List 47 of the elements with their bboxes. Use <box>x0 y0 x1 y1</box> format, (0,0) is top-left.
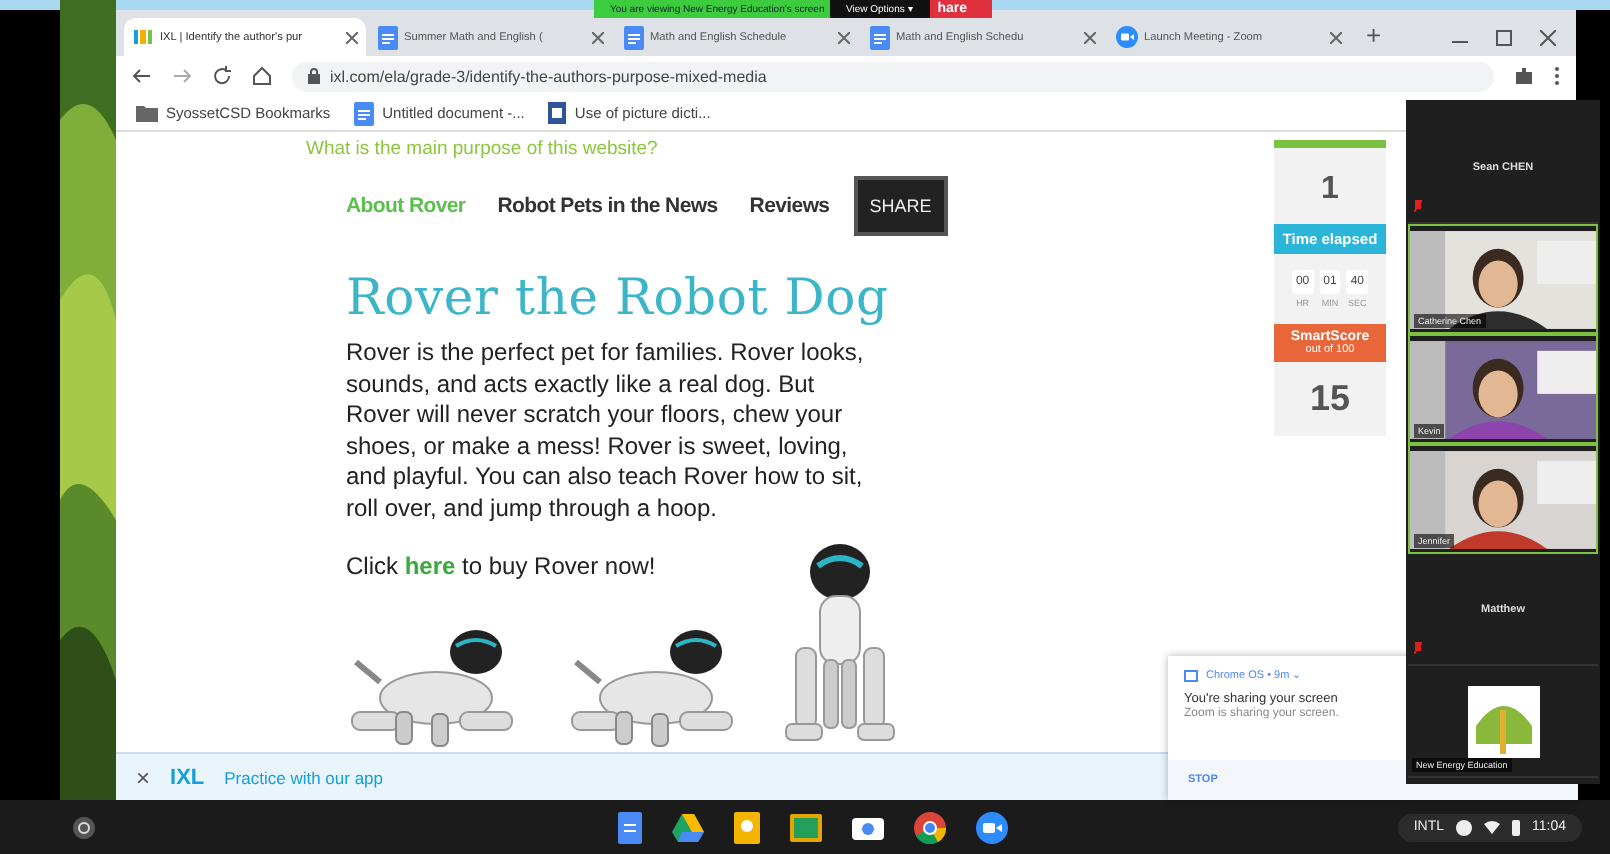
tree-logo-icon <box>1467 685 1539 757</box>
video-call-icon[interactable] <box>976 811 1008 843</box>
ixl-favicon-icon <box>132 26 154 48</box>
lock-icon <box>308 68 320 84</box>
document-icon <box>624 25 644 49</box>
body-paragraph: Rover is the perfect pet for families. Rover looks, sounds, and acts exactly like a real dog. But Rover will never scratch your floors, chew your shoes, or make a mess! Rover is sweet, loving, and playful. You can also teach Rover how to sit, roll over, and jump through a hoop. <box>346 338 866 524</box>
close-icon[interactable] <box>1330 31 1342 43</box>
ixl-logo: IXL <box>170 765 205 789</box>
folder-icon <box>136 104 158 122</box>
note-icon[interactable] <box>734 811 760 843</box>
close-icon[interactable] <box>592 31 604 43</box>
share-button[interactable]: SHARE <box>853 176 948 236</box>
buy-sentence: Click here to buy Rover now! <box>346 552 658 583</box>
launcher-icon[interactable] <box>72 815 96 839</box>
home-icon[interactable] <box>252 66 272 86</box>
document-icon[interactable] <box>618 811 642 843</box>
camera-icon <box>1116 26 1138 48</box>
close-icon[interactable] <box>1084 31 1096 43</box>
smartscore-value: 15 <box>1309 378 1351 420</box>
address-bar[interactable]: ixl.com/ela/grade-3/identify-the-authors-purpose-mixed-media <box>292 61 1494 91</box>
close-icon[interactable] <box>346 31 358 43</box>
question-text: What is the main purpose of this website? <box>306 138 660 160</box>
close-button[interactable]: × <box>136 763 151 791</box>
document-icon <box>354 101 375 125</box>
battery-icon <box>1512 819 1520 835</box>
wifi-icon <box>1484 820 1500 834</box>
camera-icon[interactable] <box>852 814 884 840</box>
more-menu-icon[interactable] <box>1554 66 1560 86</box>
drive-icon[interactable] <box>672 813 704 841</box>
answered-count: 1 <box>1321 172 1339 208</box>
maximize-icon[interactable] <box>1496 30 1512 46</box>
page-icon <box>548 102 567 124</box>
extension-icon[interactable] <box>1514 66 1534 86</box>
close-icon[interactable] <box>1540 30 1556 46</box>
close-icon[interactable] <box>838 31 850 43</box>
screen-share-icon <box>1184 669 1198 681</box>
classroom-icon[interactable] <box>790 813 822 841</box>
nav-link[interactable]: Reviews <box>749 194 830 218</box>
back-icon[interactable] <box>132 66 152 86</box>
reload-icon[interactable] <box>212 66 232 86</box>
document-icon <box>870 25 890 49</box>
browser-icon[interactable] <box>914 811 946 843</box>
document-icon <box>378 25 398 49</box>
new-tab-button[interactable]: + <box>1366 20 1382 50</box>
page-heading: Rover the Robot Dog <box>346 268 891 326</box>
nav-link[interactable]: Robot Pets in the News <box>497 194 718 218</box>
url-text: ixl.com/ela/grade-3/identify-the-authors-purpose-mixed-media <box>330 67 767 85</box>
